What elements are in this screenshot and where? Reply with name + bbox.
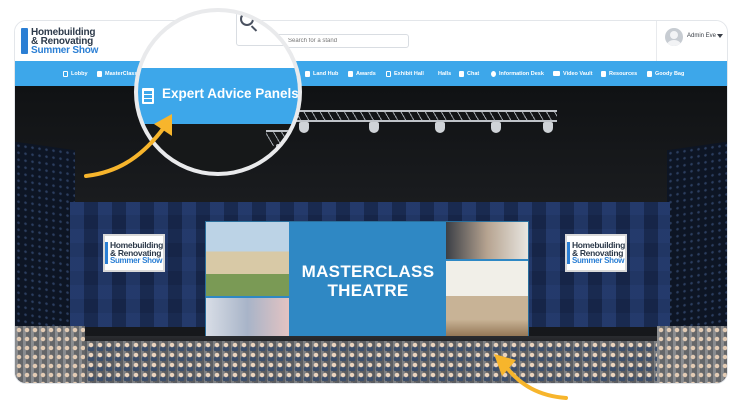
spotlight-icon xyxy=(435,122,445,133)
bag-icon xyxy=(647,70,652,77)
spotlight-icon xyxy=(299,122,309,133)
nav-item-goody-bag[interactable]: Goody Bag xyxy=(647,61,684,86)
building-icon xyxy=(305,70,310,77)
folder-icon xyxy=(601,70,606,77)
lighting-truss xyxy=(285,110,557,122)
people-photo xyxy=(206,298,289,339)
main-nav: Lobby MasterClass Land Hub Awards Exhibi… xyxy=(15,61,727,86)
page-icon xyxy=(386,70,391,77)
nav-item-information-desk[interactable]: Information Desk xyxy=(491,61,544,86)
user-name: Admin Eve xyxy=(687,33,717,39)
nav-item-exhibit-hall[interactable]: Exhibit Hall xyxy=(386,61,424,86)
side-wall-right xyxy=(667,141,727,341)
spotlight-icon xyxy=(491,122,501,133)
audience-left xyxy=(15,326,85,383)
meeting-photo xyxy=(446,222,528,259)
spotlight-icon xyxy=(369,122,379,133)
nav-item-lobby[interactable]: Lobby xyxy=(63,61,88,86)
arrow-pointer-icon xyxy=(84,114,172,178)
nav-item-resources[interactable]: Resources xyxy=(601,61,637,86)
nav-item-masterclass[interactable]: MasterClass xyxy=(97,61,137,86)
logo-line-3: Summer Show xyxy=(31,44,99,56)
building-icon xyxy=(348,70,353,77)
video-icon xyxy=(553,71,560,76)
info-icon xyxy=(491,70,496,77)
top-header: Homebuilding & Renovating Summer Show Ad… xyxy=(15,21,727,61)
spotlight-icon xyxy=(543,122,553,133)
audience-right xyxy=(657,326,727,383)
avatar[interactable] xyxy=(665,28,683,46)
nav-item-halls[interactable]: Halls xyxy=(438,61,451,86)
show-logo[interactable]: Homebuilding & Renovating Summer Show xyxy=(21,26,119,56)
nav-item-land-hub[interactable]: Land Hub xyxy=(305,61,338,86)
screen-title: MASTERCLASS THEATRE xyxy=(301,262,435,300)
brand-sign-left: Homebuilding & Renovating Summer Show xyxy=(103,234,165,272)
page-icon xyxy=(63,70,68,77)
building-icon xyxy=(142,88,154,104)
expert-advice-panels-label[interactable]: Expert Advice Panels xyxy=(162,86,298,101)
house-photo xyxy=(206,222,289,296)
chevron-down-icon[interactable] xyxy=(717,34,723,38)
stage-screen[interactable]: MASTERCLASS THEATRE xyxy=(205,221,529,340)
spotlight-icon xyxy=(276,144,286,154)
interior-photo xyxy=(446,261,528,339)
nav-item-awards[interactable]: Awards xyxy=(348,61,376,86)
search-icon xyxy=(240,12,254,26)
nav-item-video-vault[interactable]: Video Vault xyxy=(553,61,593,86)
nav-item-chat[interactable]: Chat xyxy=(459,61,479,86)
side-wall-left xyxy=(15,141,75,341)
app-window: Homebuilding & Renovating Summer Show Ad… xyxy=(14,20,728,384)
audience-seating xyxy=(15,341,727,383)
building-icon xyxy=(97,70,102,77)
chat-icon xyxy=(459,70,464,77)
logo-badge xyxy=(21,28,28,54)
brand-sign-right: Homebuilding & Renovating Summer Show xyxy=(565,234,627,272)
arrow-pointer-icon xyxy=(494,354,568,400)
user-menu[interactable]: Admin Eve xyxy=(656,21,727,61)
